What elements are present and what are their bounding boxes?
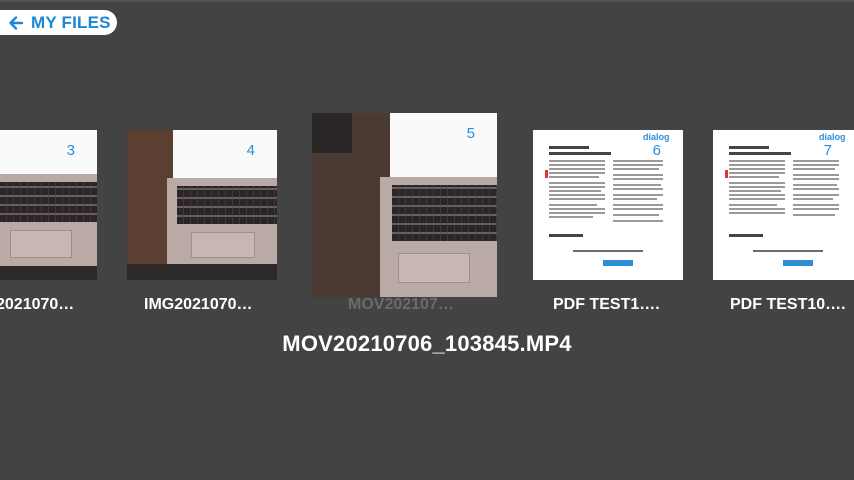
file-thumbnail-7[interactable]: dialog 7 [713, 130, 854, 280]
file-index-badge: 3 [66, 142, 75, 159]
back-to-my-files-button[interactable]: MY FILES [0, 10, 117, 35]
file-caption: PDF TEST1…. [553, 296, 660, 313]
file-thumbnail-6[interactable]: dialog 6 [533, 130, 683, 280]
file-caption: MOV202107… [348, 296, 454, 313]
file-thumbnail-5[interactable]: 5 [312, 113, 497, 297]
back-button-label: MY FILES [31, 12, 111, 32]
file-thumbnail-4[interactable]: 4 [127, 130, 277, 280]
file-index-badge: 6 [652, 142, 661, 159]
photo-preview [0, 130, 97, 280]
pdf-preview: dialog [713, 130, 854, 280]
top-divider [0, 0, 854, 2]
arrow-left-icon [9, 15, 24, 30]
file-caption: PDF TEST10…. [730, 296, 846, 313]
selected-file-title: MOV20210706_103845.MP4 [282, 331, 572, 356]
file-index-badge: 7 [823, 142, 832, 159]
pdf-logo: dialog [819, 132, 846, 142]
file-caption: IMG2021070… [144, 296, 253, 313]
pdf-logo: dialog [643, 132, 670, 142]
file-caption: 2021070… [0, 296, 75, 313]
file-thumbnail-3[interactable]: 3 [0, 130, 97, 280]
file-index-badge: 5 [466, 125, 475, 142]
file-index-badge: 4 [246, 142, 255, 159]
